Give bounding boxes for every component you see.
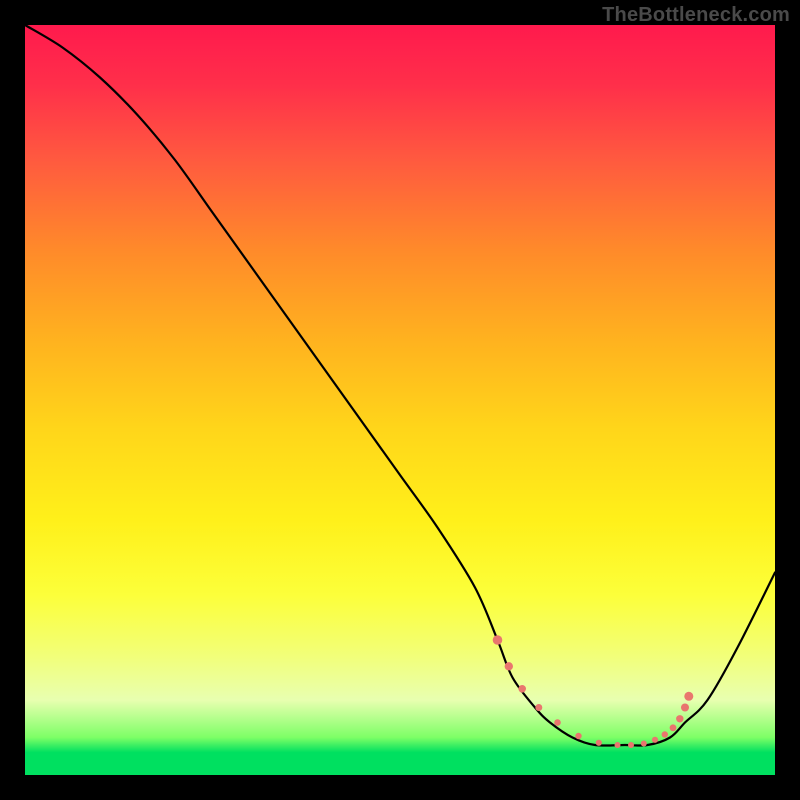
chart-frame: TheBottleneck.com [0,0,800,800]
highlight-dot [662,731,668,737]
highlight-dot [676,715,683,722]
highlight-dot [652,737,658,743]
highlight-dot [628,742,634,748]
highlight-dot [684,692,693,701]
watermark-text: TheBottleneck.com [602,4,790,27]
highlight-dot [535,704,542,711]
highlight-dot [681,704,689,712]
highlight-dot [518,685,526,693]
highlight-dot [670,724,677,731]
highlight-dot [641,741,647,747]
highlight-dot [493,635,503,645]
highlight-dot [575,733,581,739]
bottleneck-curve [25,25,775,746]
highlight-dot [505,662,513,670]
highlight-dot [615,742,621,748]
highlight-dot [596,740,602,746]
highlight-dots-group [493,635,694,748]
chart-svg [25,25,775,775]
chart-plot-area [25,25,775,775]
highlight-dot [554,719,561,726]
